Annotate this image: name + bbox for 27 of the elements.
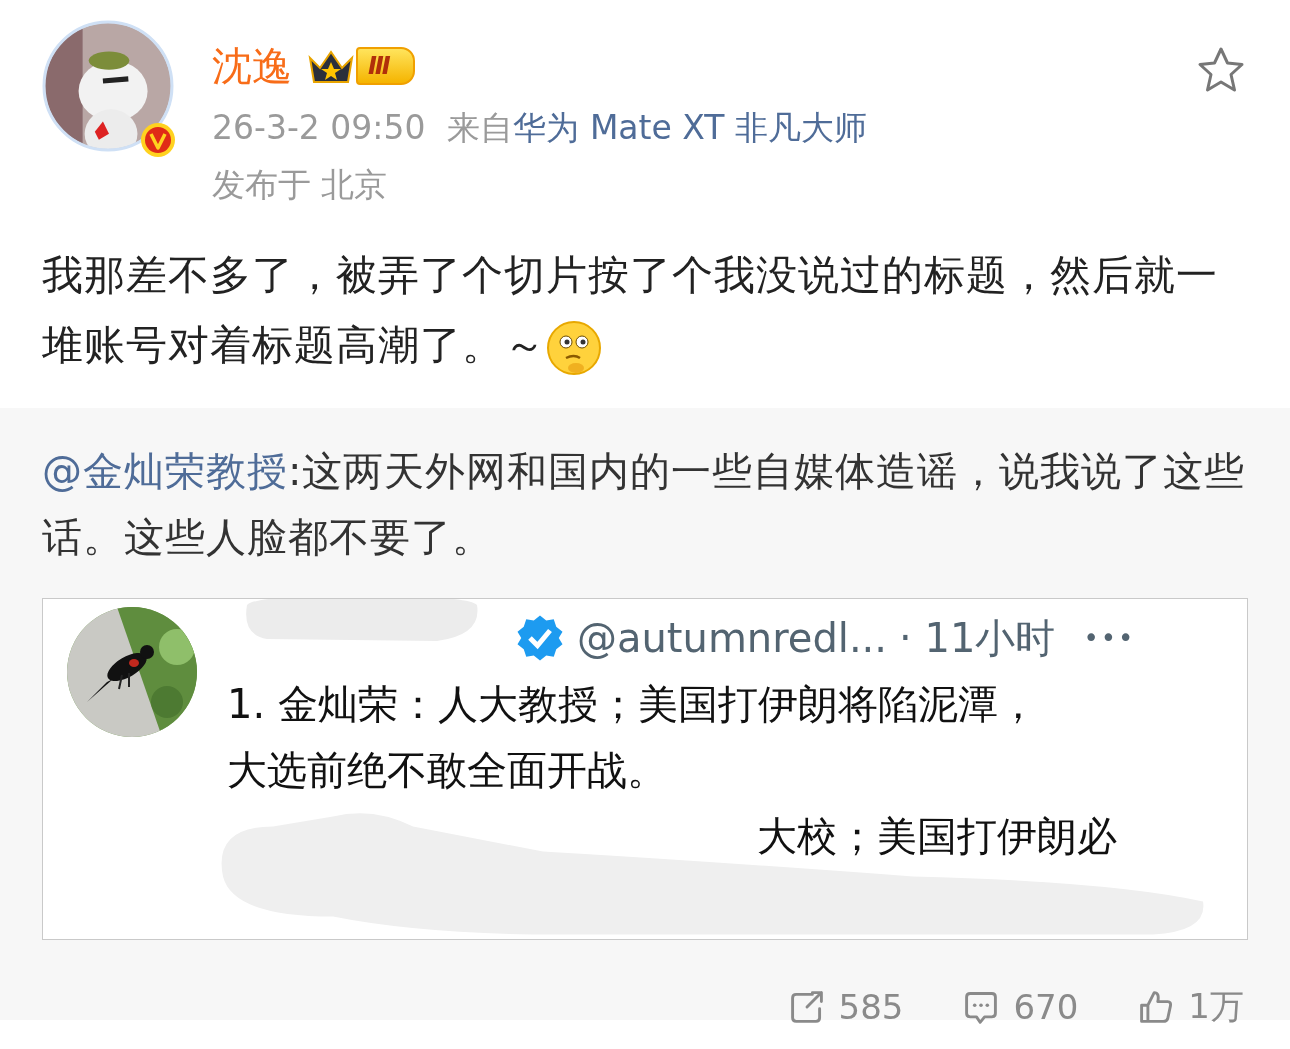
tweet-time: · 11小时 xyxy=(899,613,1056,663)
avatar[interactable] xyxy=(42,20,174,152)
repost-text: @金灿荣教授:这两天外网和国内的一些自媒体造谣，说我说了这些话。这些人脸都不要了。 xyxy=(42,447,1247,562)
post-time: 26-3-2 09:50 xyxy=(212,108,426,147)
source-label: 来自 xyxy=(447,108,514,147)
comment-icon xyxy=(963,989,1000,1025)
like-icon xyxy=(1138,989,1175,1025)
action-count: 585 xyxy=(838,987,904,1027)
level-badge: Ⅲ xyxy=(356,47,415,85)
tweet-text: 1. 金灿荣：人大教授；美国打伊朗将陷泥潭， 大选前绝不敢全面开战。 xyxy=(227,680,1039,795)
tweet-handle: @autumnredl... xyxy=(577,615,888,661)
mention-link[interactable]: @金灿荣教授 xyxy=(42,448,288,494)
author-name[interactable]: 沈逸 xyxy=(212,38,292,94)
repost-icon xyxy=(788,989,825,1025)
post-location: 发布于 北京 xyxy=(212,164,389,206)
thinking-emoji-icon xyxy=(546,320,602,376)
more-icon[interactable]: ••• xyxy=(1083,623,1136,653)
action-comment[interactable]: 670 xyxy=(963,984,1079,1030)
favorite-star-icon[interactable] xyxy=(1196,46,1246,94)
tweet-screenshot[interactable]: @autumnredl... · 11小时 ••• 1. 金灿荣：人大教授；美国打伊朗将陷泥潭， 大选前绝不敢全面开战。 大校；美国打伊朗必 xyxy=(42,598,1248,940)
action-like[interactable]: 1万 xyxy=(1138,984,1244,1030)
tweet-text: 大校；美国打伊朗必 xyxy=(756,812,1118,861)
action-repost[interactable]: 585 xyxy=(788,984,904,1030)
source-link[interactable]: 华为 Mate XT 非凡大师 xyxy=(513,108,867,147)
post-text: 我那差不多了，被弄了个切片按了个我没说过的标题，然后就一堆账号对着标题高潮了。～ xyxy=(42,240,1248,380)
action-count: 1万 xyxy=(1188,985,1244,1028)
action-count: 670 xyxy=(1013,987,1079,1027)
